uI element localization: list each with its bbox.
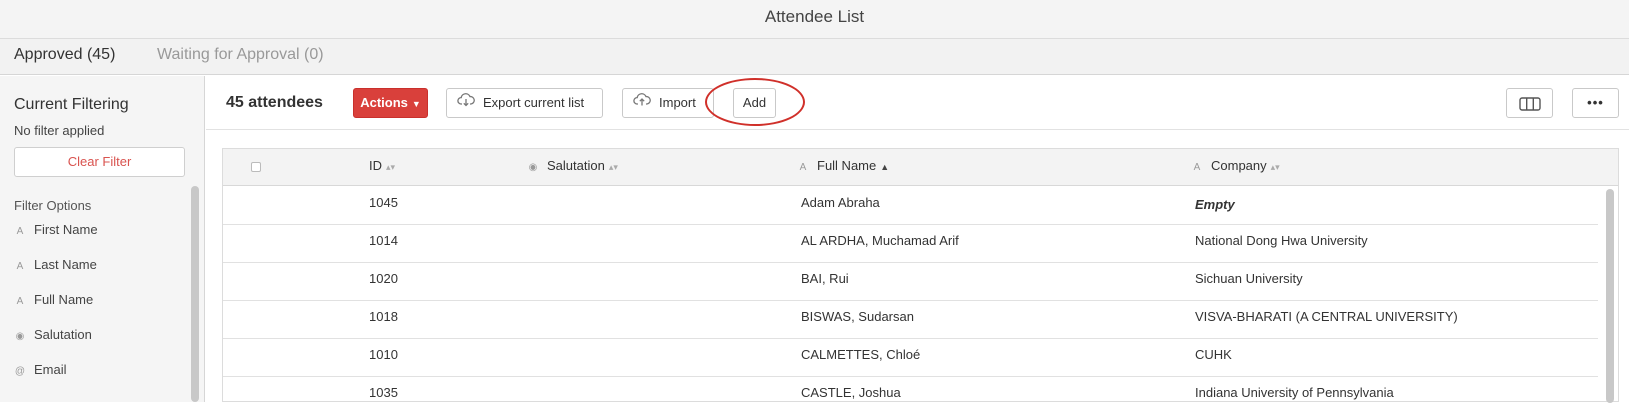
- column-header-full-name[interactable]: A Full Name ▲: [797, 158, 890, 173]
- column-header-label: Company: [1211, 158, 1267, 173]
- column-header-id[interactable]: ID ▴▾: [369, 158, 395, 173]
- text-field-icon: A: [16, 261, 24, 272]
- current-filtering-heading: Current Filtering: [14, 96, 129, 113]
- import-label: Import: [659, 95, 696, 110]
- cell-company: National Dong Hwa University: [1195, 233, 1368, 248]
- cell-full-name: AL ARDHA, Muchamad Arif: [801, 233, 959, 248]
- attendee-count: 45 attendees: [226, 94, 323, 111]
- cell-full-name: BAI, Rui: [801, 271, 849, 286]
- list-toolbar: 45 attendees Actions ▼ Export current lis…: [206, 76, 1629, 130]
- sort-icon: ▴▾: [608, 162, 618, 172]
- filter-option-label: Email: [34, 362, 67, 377]
- cell-company: Empty: [1195, 197, 1235, 212]
- email-field-icon: @: [14, 366, 26, 377]
- sort-ascending-icon: ▲: [880, 162, 890, 172]
- filter-option-label: Full Name: [34, 292, 94, 307]
- radio-field-icon: ◉: [528, 162, 538, 173]
- table-row[interactable]: 1014 AL ARDHA, Muchamad Arif National Do…: [223, 225, 1598, 263]
- column-header-label: Full Name: [817, 158, 877, 173]
- cell-full-name: CALMETTES, Chloé: [801, 347, 921, 362]
- cell-company: CUHK: [1195, 347, 1232, 362]
- caret-down-icon: ▼: [411, 99, 421, 109]
- more-options-button[interactable]: •••: [1572, 88, 1619, 118]
- window-title: Attendee List: [0, 0, 1629, 39]
- cell-full-name: Adam Abraha: [801, 195, 880, 210]
- select-all-checkbox[interactable]: [251, 162, 261, 172]
- cloud-download-icon: [457, 89, 475, 117]
- cell-id: 1010: [369, 347, 398, 362]
- filter-option-first-name[interactable]: A First Name: [14, 222, 98, 242]
- actions-dropdown-button[interactable]: Actions ▼: [353, 88, 428, 118]
- filter-option-full-name[interactable]: A Full Name: [14, 292, 94, 312]
- table-row[interactable]: 1020 BAI, Rui Sichuan University: [223, 263, 1598, 301]
- filter-status-text: No filter applied: [14, 123, 105, 138]
- cell-id: 1035: [369, 385, 398, 400]
- filter-options-heading: Filter Options: [14, 198, 92, 213]
- cell-id: 1014: [369, 233, 398, 248]
- column-header-company[interactable]: A Company ▴▾: [1191, 158, 1280, 173]
- table-row[interactable]: 1010 CALMETTES, Chloé CUHK: [223, 339, 1598, 377]
- clear-filter-button[interactable]: Clear Filter: [14, 147, 185, 177]
- cell-id: 1020: [369, 271, 398, 286]
- table-scrollbar[interactable]: [1606, 189, 1614, 403]
- filter-option-label: Salutation: [34, 327, 92, 342]
- sidebar-scrollbar[interactable]: [191, 186, 199, 402]
- cell-full-name: CASTLE, Joshua: [801, 385, 901, 400]
- column-header-label: ID: [369, 158, 382, 173]
- import-button[interactable]: Import: [622, 88, 714, 118]
- cell-full-name: BISWAS, Sudarsan: [801, 309, 914, 324]
- text-field-icon: A: [799, 162, 807, 173]
- filter-sidebar: Current Filtering No filter applied Clea…: [0, 76, 205, 402]
- radio-field-icon: ◉: [15, 331, 25, 342]
- status-tabs: Approved (45) Waiting for Approval (0): [0, 39, 1629, 75]
- table-header: ID ▴▾ ◉ Salutation ▴▾ A Full Name ▲ A Company ▴…: [223, 149, 1618, 186]
- tab-approved[interactable]: Approved (45): [14, 46, 115, 64]
- sort-icon: ▴▾: [386, 162, 396, 172]
- filter-option-label: First Name: [34, 222, 98, 237]
- column-header-label: Salutation: [547, 158, 605, 173]
- text-field-icon: A: [16, 296, 24, 307]
- text-field-icon: A: [1193, 162, 1201, 173]
- table-row[interactable]: 1018 BISWAS, Sudarsan VISVA-BHARATI (A C…: [223, 301, 1598, 339]
- export-label: Export current list: [483, 95, 585, 110]
- highlight-annotation-circle: [705, 78, 805, 126]
- cell-company: Indiana University of Pennsylvania: [1195, 385, 1394, 400]
- table-row[interactable]: 1045 Adam Abraha Empty: [223, 187, 1598, 225]
- filter-option-salutation[interactable]: ◉ Salutation: [14, 327, 92, 347]
- column-settings-button[interactable]: [1506, 88, 1553, 118]
- export-current-list-button[interactable]: Export current list: [446, 88, 603, 118]
- ellipsis-icon: •••: [1587, 95, 1604, 110]
- columns-icon: [1518, 95, 1541, 111]
- cloud-upload-icon: [633, 89, 651, 117]
- cell-id: 1018: [369, 309, 398, 324]
- cell-company: VISVA-BHARATI (A CENTRAL UNIVERSITY): [1195, 309, 1458, 324]
- cell-company: Sichuan University: [1195, 271, 1303, 286]
- table-row[interactable]: 1035 CASTLE, Joshua Indiana University o…: [223, 377, 1598, 415]
- text-field-icon: A: [16, 226, 24, 237]
- tab-waiting-for-approval[interactable]: Waiting for Approval (0): [157, 46, 324, 64]
- filter-option-last-name[interactable]: A Last Name: [14, 257, 97, 277]
- filter-option-email[interactable]: @ Email: [14, 362, 67, 382]
- actions-label: Actions: [360, 95, 408, 110]
- sort-icon: ▴▾: [1270, 162, 1280, 172]
- filter-option-label: Last Name: [34, 257, 97, 272]
- column-header-salutation[interactable]: ◉ Salutation ▴▾: [527, 158, 618, 173]
- attendee-table: ID ▴▾ ◉ Salutation ▴▾ A Full Name ▲ A Company ▴…: [222, 148, 1619, 403]
- cell-id: 1045: [369, 195, 398, 210]
